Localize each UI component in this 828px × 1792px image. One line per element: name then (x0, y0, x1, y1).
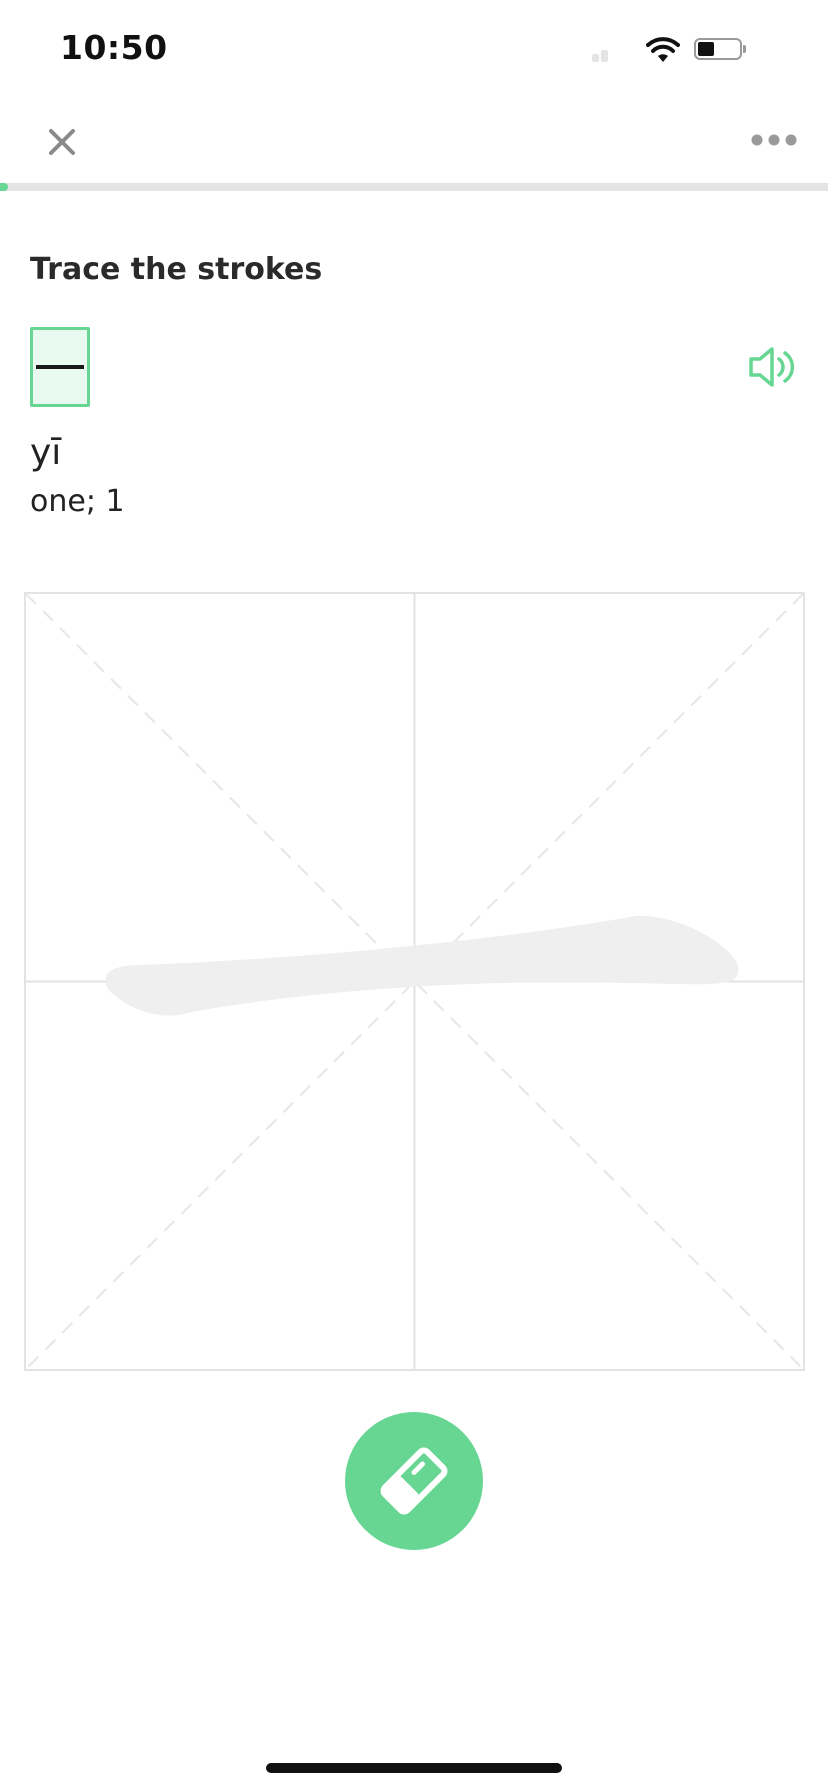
wifi-icon (646, 37, 680, 62)
character-thumbnail (30, 327, 90, 407)
lesson-progress-bar (0, 183, 828, 191)
status-icons (592, 36, 792, 64)
battery-icon (694, 38, 742, 60)
character-thumbnail-stroke (36, 365, 84, 369)
stroke-hint (105, 915, 739, 1016)
home-indicator[interactable] (266, 1763, 562, 1773)
battery-level (698, 42, 714, 56)
nav-bar (0, 100, 828, 182)
speaker-icon[interactable] (746, 344, 800, 390)
eraser-icon (380, 1447, 448, 1515)
close-icon[interactable] (38, 118, 86, 166)
writing-canvas[interactable] (24, 592, 805, 1371)
status-bar: 10:50 (0, 0, 828, 100)
erase-button[interactable] (345, 1412, 483, 1550)
meaning: one; 1 (30, 484, 125, 519)
exercise-instruction: Trace the strokes (30, 252, 323, 287)
cellular-signal-icon (592, 48, 610, 62)
ellipsis-icon[interactable] (748, 124, 800, 156)
pinyin: yī (30, 432, 62, 473)
writing-grid (26, 594, 803, 1369)
lesson-progress-fill (0, 183, 9, 191)
status-time: 10:50 (60, 28, 168, 67)
